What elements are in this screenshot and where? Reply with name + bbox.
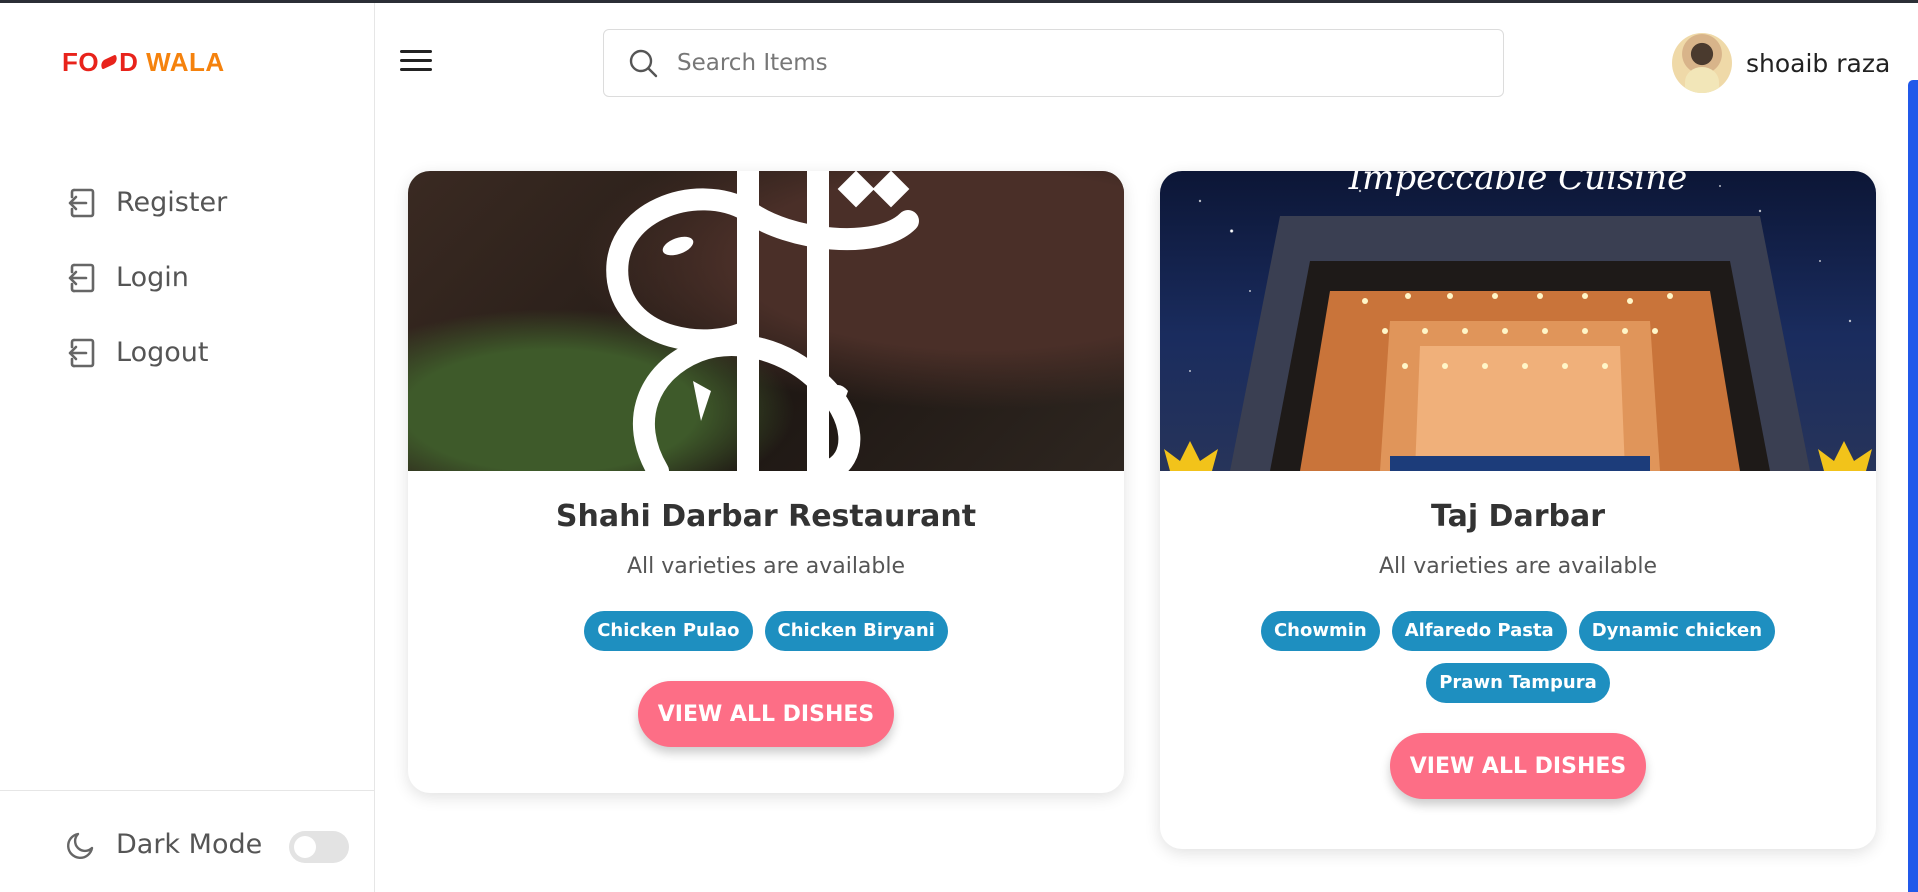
search-bar (603, 29, 1504, 97)
hamburger-menu-button[interactable] (400, 50, 432, 72)
dish-tag[interactable]: Prawn Tampura (1426, 663, 1610, 703)
restaurant-name: Taj Darbar (1430, 499, 1606, 534)
sidebar-nav: Register Login Logout (66, 165, 227, 390)
crown-icon (1818, 441, 1872, 471)
dark-mode-row: Dark Mode (66, 829, 262, 860)
dish-tags: Chicken Pulao Chicken Biryani (408, 611, 1124, 651)
view-all-dishes-button[interactable]: VIEW ALL DISHES (1390, 733, 1646, 799)
login-icon (68, 263, 95, 292)
restaurant-card: Impeccable Cuisine Taj Darbar All variet… (1160, 171, 1876, 849)
username: shoaib raza (1746, 48, 1891, 78)
sidebar-item-login[interactable]: Login (66, 240, 227, 315)
sidebar-item-label: Login (116, 262, 189, 293)
logo-text-part3: WALA (146, 47, 225, 77)
hamburger-line (400, 68, 432, 71)
logo-text-part2: D (119, 47, 139, 77)
dish-tags: Chowmin Alfaredo Pasta Dynamic chicken P… (1160, 611, 1876, 703)
image-caption: Impeccable Cuisine (1348, 171, 1688, 198)
avatar[interactable] (1672, 33, 1732, 93)
app-root: FO D WALA Register Login Logout Dark Mod… (0, 0, 1918, 892)
restaurant-card: Shahi Darbar Restaurant All varieties ar… (408, 171, 1124, 793)
chili-icon (99, 54, 119, 70)
sidebar: FO D WALA Register Login Logout Dark Mod… (0, 3, 375, 892)
search-icon (629, 49, 658, 78)
search-input[interactable] (677, 50, 1477, 76)
dark-mode-toggle[interactable] (289, 831, 349, 863)
brand-logo[interactable]: FO D WALA (62, 47, 225, 78)
restaurant-subtitle: All varieties are available (1378, 554, 1658, 579)
dish-tag[interactable]: Alfaredo Pasta (1391, 611, 1567, 651)
sidebar-item-register[interactable]: Register (66, 165, 227, 240)
dish-tag[interactable]: Dynamic chicken (1578, 611, 1776, 651)
dark-mode-label: Dark Mode (116, 829, 263, 860)
sidebar-item-label: Logout (116, 337, 209, 368)
moon-icon (67, 832, 94, 859)
dish-tag[interactable]: Chicken Biryani (764, 611, 948, 651)
logo-text-part1: FO (62, 47, 100, 77)
user-menu[interactable]: shoaib raza (1672, 33, 1890, 93)
toggle-knob (294, 836, 316, 858)
login-icon (68, 338, 95, 367)
sidebar-item-logout[interactable]: Logout (66, 315, 227, 390)
restaurant-subtitle: All varieties are available (626, 554, 906, 579)
dish-tag[interactable]: Chowmin (1260, 611, 1380, 651)
view-all-dishes-button[interactable]: VIEW ALL DISHES (638, 681, 894, 747)
restaurant-name: Shahi Darbar Restaurant (555, 499, 977, 534)
restaurant-building-graphic: Impeccable Cuisine (1164, 171, 1872, 471)
dish-tag[interactable]: Chicken Pulao (584, 611, 753, 651)
sidebar-item-label: Register (116, 187, 228, 218)
login-icon (68, 188, 95, 217)
scrollbar[interactable] (1908, 80, 1918, 892)
sidebar-footer: Dark Mode (0, 790, 375, 892)
crown-icon (1164, 441, 1218, 471)
restaurant-image: Impeccable Cuisine (1160, 171, 1876, 471)
hamburger-line (400, 59, 432, 62)
hamburger-line (400, 50, 432, 53)
restaurant-image (408, 171, 1124, 471)
restaurant-logo-graphic (606, 171, 919, 471)
